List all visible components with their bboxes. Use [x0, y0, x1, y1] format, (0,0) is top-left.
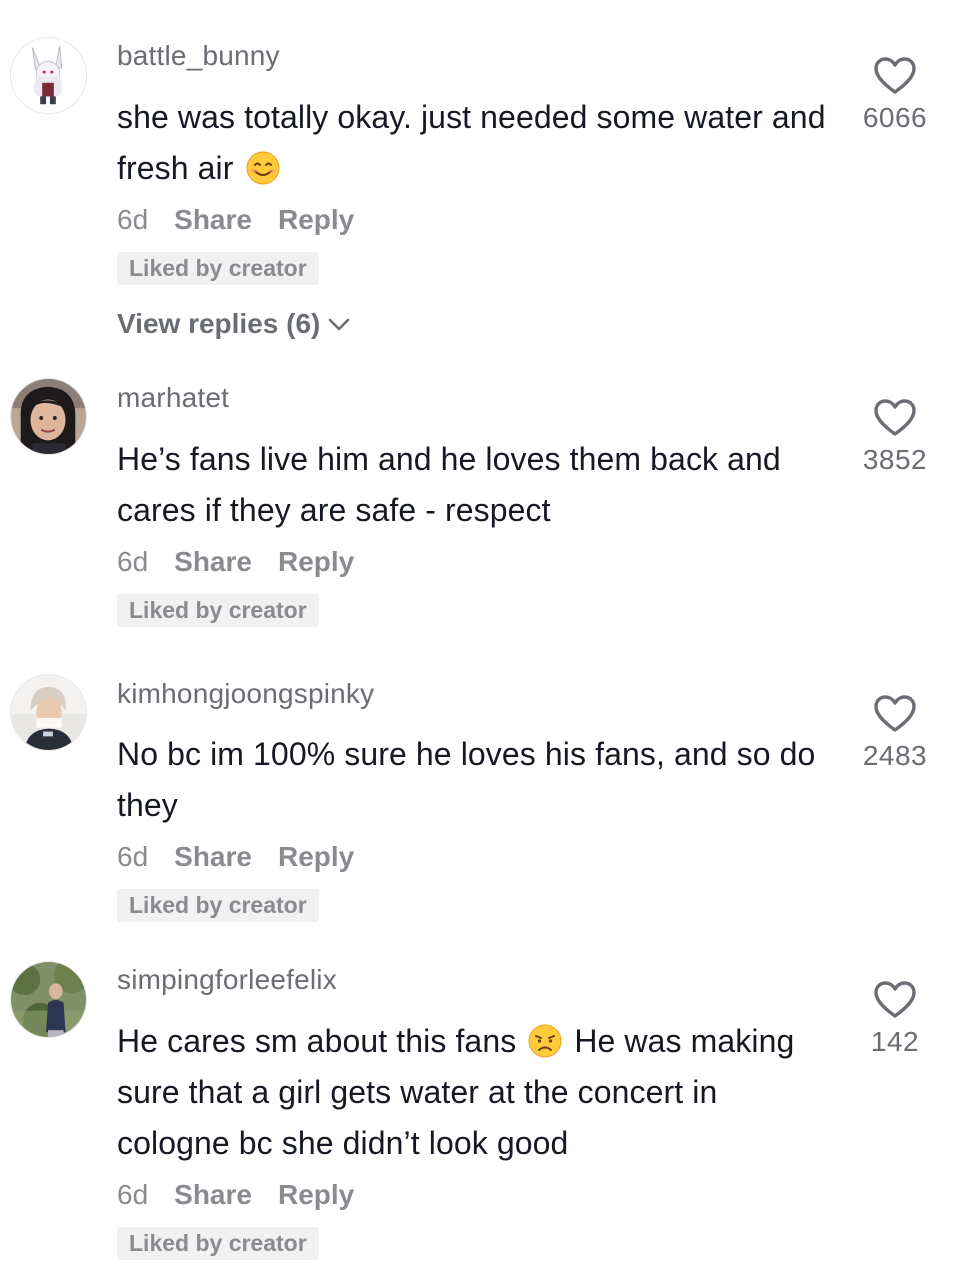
- reply-button[interactable]: Reply: [278, 546, 354, 578]
- comment-text-body: He cares sm about this fans: [117, 1023, 517, 1059]
- username[interactable]: marhatet: [117, 382, 229, 414]
- username[interactable]: kimhongjoongspinky: [117, 678, 374, 710]
- liked-by-creator-badge: Liked by creator: [117, 252, 319, 285]
- like-count: 2483: [862, 740, 928, 771]
- disappointed-face-emoji-icon: [527, 1023, 563, 1059]
- view-replies-button[interactable]: View replies (6): [117, 308, 352, 340]
- comment-text-body: No bc im 100% sure he loves his fans, an…: [117, 736, 816, 823]
- view-replies-label: View replies (6): [117, 308, 321, 339]
- comment-text: He’s fans live him and he loves them bac…: [117, 434, 837, 536]
- like-control: 142: [840, 980, 950, 1058]
- like-control: 6066: [840, 56, 950, 134]
- comment-meta: 6d Share Reply: [117, 841, 354, 873]
- chevron-down-icon: [329, 318, 350, 331]
- liked-by-creator-badge: Liked by creator: [117, 1227, 319, 1260]
- share-button[interactable]: Share: [174, 546, 252, 578]
- avatar[interactable]: [10, 37, 87, 114]
- username[interactable]: simpingforleefelix: [117, 964, 337, 996]
- comment-age: 6d: [117, 204, 149, 235]
- woman-photo-avatar-icon: [11, 379, 86, 454]
- comment-text: He cares sm about this fans He was makin…: [117, 1016, 837, 1169]
- like-control: 2483: [840, 694, 950, 772]
- share-button[interactable]: Share: [174, 841, 252, 873]
- like-count: 142: [870, 1026, 920, 1057]
- reply-button[interactable]: Reply: [278, 1179, 354, 1211]
- liked-by-creator-badge: Liked by creator: [117, 594, 319, 627]
- like-count: 6066: [862, 102, 928, 133]
- smiling-face-emoji-icon: [245, 150, 281, 186]
- person-photo-avatar-icon: [11, 675, 86, 750]
- heart-icon[interactable]: [873, 694, 917, 734]
- heart-icon[interactable]: [873, 56, 917, 96]
- avatar[interactable]: [10, 674, 87, 751]
- heart-icon[interactable]: [873, 980, 917, 1020]
- avatar[interactable]: [10, 378, 87, 455]
- comment-meta: 6d Share Reply: [117, 204, 354, 236]
- comment-age: 6d: [117, 841, 149, 872]
- reply-button[interactable]: Reply: [278, 204, 354, 236]
- outdoor-photo-avatar-icon: [11, 962, 86, 1037]
- heart-icon[interactable]: [873, 398, 917, 438]
- comment-text-body: He’s fans live him and he loves them bac…: [117, 441, 781, 528]
- reply-button[interactable]: Reply: [278, 841, 354, 873]
- comment-meta: 6d Share Reply: [117, 1179, 354, 1211]
- comment-text-body: she was totally okay. just needed some w…: [117, 99, 826, 186]
- comment-age: 6d: [117, 1179, 149, 1210]
- avatar[interactable]: [10, 961, 87, 1038]
- username[interactable]: battle_bunny: [117, 40, 280, 72]
- like-count: 3852: [862, 444, 928, 475]
- comment-text: No bc im 100% sure he loves his fans, an…: [117, 729, 837, 831]
- comment-text: she was totally okay. just needed some w…: [117, 92, 837, 194]
- like-control: 3852: [840, 398, 950, 476]
- share-button[interactable]: Share: [174, 1179, 252, 1211]
- share-button[interactable]: Share: [174, 204, 252, 236]
- liked-by-creator-badge: Liked by creator: [117, 889, 319, 922]
- comment-age: 6d: [117, 546, 149, 577]
- comment-meta: 6d Share Reply: [117, 546, 354, 578]
- anime-bunny-avatar-icon: [11, 38, 86, 113]
